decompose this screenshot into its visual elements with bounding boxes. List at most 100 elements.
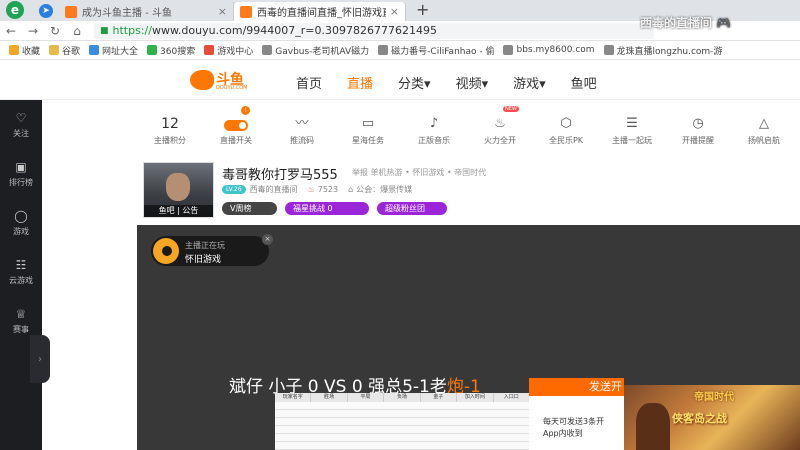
bookmark-item[interactable]: 网址大全 — [89, 44, 138, 57]
room-category-links[interactable]: 举报 单机热游 • 怀旧游戏 • 帝国时代 — [352, 167, 486, 178]
left-sidebar: ♡ 关注 ▣ 排行榜 ◯ 游戏 ☷ 云游戏 ♕ 赛事 › — [0, 100, 50, 450]
bookmark-item[interactable]: 游戏中心 — [204, 44, 253, 57]
douyu-favicon-icon — [240, 5, 252, 18]
now-playing-card[interactable]: 主播正在玩 怀旧游戏 × — [151, 234, 273, 266]
now-playing-game: 怀旧游戏 — [185, 255, 222, 265]
sheet-header-cell: 胜场 — [311, 393, 348, 402]
lucky-challenge-button[interactable]: 福星挑战 0 — [285, 202, 369, 215]
sheet-header-cell: 平局 — [348, 393, 385, 402]
sheet-header-cell: 加入时间 — [457, 393, 494, 402]
compass-icon[interactable]: ➤ — [39, 4, 53, 18]
bookmark-label: 磁力番号-CiliFanhao - 偷 — [391, 46, 495, 57]
toolbar-item[interactable]: △ 扬帆启航 — [731, 106, 797, 150]
video-player[interactable]: 主播正在玩 怀旧游戏 × 斌仔 小子 0 VS 0 强总5-1老炮-1 玩家名字… — [137, 225, 800, 450]
streamer-points[interactable]: 12 主播积分 — [137, 106, 203, 150]
send-popup-line: App内收到 — [543, 429, 583, 438]
sidebar-item[interactable]: ▣ 排行榜 — [0, 149, 42, 198]
nav-item[interactable]: 游戏▾ — [513, 73, 546, 92]
toolbar-item[interactable]: ☰ 主播一起玩 — [599, 106, 665, 150]
nav-item[interactable]: 首页 — [296, 73, 322, 92]
sidebar-item-label: 云游戏 — [9, 275, 33, 285]
browser-logo-icon[interactable]: e — [6, 1, 24, 19]
music-icon: ♪ — [429, 116, 439, 131]
reload-icon[interactable]: ↻ — [44, 24, 66, 38]
bookmark-label: Gavbus-老司机AV磁力 — [275, 46, 370, 57]
room-meta: LV.26 西毒的直播间 ♨ 7523 ⌂ 公会：爆景传媒 — [222, 184, 412, 195]
sidebar-expand-toggle[interactable]: › — [30, 335, 50, 383]
bookmark-label: 360搜索 — [160, 46, 196, 57]
ad-slogan: 侠客岛之战 — [672, 412, 727, 425]
play-together-icon: ☰ — [626, 116, 638, 131]
alarm-icon: ◷ — [692, 116, 704, 131]
sidebar-item[interactable]: ◯ 游戏 — [0, 198, 42, 247]
sidebar-item[interactable]: ♡ 关注 — [0, 100, 42, 149]
toolbar-item-label: 直播开关 — [220, 136, 252, 145]
bookmark-item[interactable]: Gavbus-老司机AV磁力 — [262, 44, 369, 57]
tab-close-icon[interactable]: × — [390, 5, 399, 18]
toolbar-item[interactable]: ⬡ 全民乐PK — [533, 106, 599, 150]
toolbar-item[interactable]: ◷ 开播提醒 — [665, 106, 731, 150]
room-owner[interactable]: 西毒的直播间 — [250, 184, 298, 195]
weekly-rank-button[interactable]: V周榜 — [222, 202, 277, 215]
send-popup-header[interactable]: 发送开 — [529, 378, 624, 396]
send-popup-text: 每天可发送3条开 App内收到 — [543, 416, 604, 440]
bookmark-item[interactable]: 磁力番号-CiliFanhao - 偷 — [378, 44, 494, 57]
toolbar-item-label: 扬帆启航 — [748, 136, 780, 145]
bookmark-label: 游戏中心 — [217, 46, 254, 57]
tab-live-room[interactable]: 西毒的直播间直播_怀旧游戏直 × — [234, 2, 406, 21]
folder-icon — [49, 45, 60, 55]
nav-item[interactable]: 视频▾ — [456, 73, 489, 92]
avatar-caption[interactable]: 鱼吧 | 公告 — [144, 205, 213, 217]
sheet-header-cell: 入口口 — [494, 393, 530, 402]
url-text: www.douyu.com/9944007_r=0.30978267776214… — [151, 24, 437, 37]
bookmark-item[interactable]: 收藏 — [9, 44, 40, 57]
tab-become-streamer[interactable]: 成为斗鱼主播 - 斗鱼 × — [59, 2, 234, 21]
ad-icon: ▭ — [361, 116, 375, 131]
game-icon: ◯ — [14, 208, 28, 223]
level-badge: LV.26 — [222, 185, 246, 194]
bookmark-label: 网址大全 — [102, 46, 139, 57]
guild-icon: ⌂ — [348, 185, 354, 194]
toolbar-badge: NEW — [503, 106, 519, 112]
nav-item[interactable]: 鱼吧 — [571, 73, 597, 92]
bookmark-item[interactable]: 360搜索 — [147, 44, 195, 57]
toolbar-item[interactable]: 〰推流码 — [269, 106, 335, 150]
nav-item[interactable]: 直播 — [347, 73, 373, 92]
sheet-header-cell: 玩家名字 — [275, 393, 312, 402]
page-icon — [603, 45, 614, 55]
bookmark-item[interactable]: 龙珠直播longzhu.com-游 — [603, 44, 722, 57]
fish-logo-icon — [190, 70, 214, 90]
bookmark-item[interactable]: bbs.my8600.com — [503, 45, 595, 55]
toolbar-item-label: 主播一起玩 — [612, 136, 652, 145]
toolbar-item[interactable]: ! 直播开关 — [203, 106, 269, 150]
hot-icon: ♨ — [307, 185, 315, 194]
back-icon[interactable]: ← — [0, 24, 22, 38]
toolbar-item[interactable]: ♨ NEW 火力全开 — [467, 106, 533, 150]
streamer-avatar[interactable]: 鱼吧 | 公告 — [143, 162, 214, 218]
douyu-logo[interactable]: 斗鱼 DOUYU.COM — [190, 70, 248, 91]
super-fans-button[interactable]: 超级粉丝团 — [377, 202, 447, 215]
game-ad-banner[interactable]: 帝国时代 侠客岛之战 — [624, 385, 800, 450]
toolbar-item-label: 推流码 — [290, 136, 314, 145]
bookmark-item[interactable]: 谷歌 — [49, 44, 80, 57]
sidebar-item[interactable]: ☷ 云游戏 — [0, 247, 42, 296]
page-icon — [378, 45, 389, 55]
sheet-header-cell: 负场 — [384, 393, 421, 402]
main-nav: 首页 直播 分类▾ 视频▾ 游戏▾ 鱼吧 — [296, 73, 622, 92]
page-icon — [503, 45, 514, 55]
bookmarks-bar: 收藏 谷歌 网址大全 360搜索 游戏中心 Gavbus-老司机AV磁力 磁力番号-Cili… — [0, 41, 800, 60]
toolbar-item[interactable]: ▭ 星海任务 — [335, 106, 401, 150]
nav-item[interactable]: 分类▾ — [398, 73, 431, 92]
fire-icon: ♨ — [494, 116, 506, 131]
toolbar-item[interactable]: ♪ 正版音乐 — [401, 106, 467, 150]
tab-title: 西毒的直播间直播_怀旧游戏直 — [257, 8, 386, 19]
close-icon[interactable]: × — [262, 234, 273, 245]
points-label: 主播积分 — [154, 136, 186, 145]
tab-close-icon[interactable]: × — [218, 5, 227, 18]
new-tab-button[interactable]: + — [416, 2, 429, 18]
forward-icon[interactable]: → — [22, 24, 44, 38]
home-icon[interactable]: ⌂ — [66, 24, 88, 38]
url-input[interactable]: ■ https:// www.douyu.com/9944007_r=0.309… — [94, 22, 654, 39]
guild-notice[interactable]: 公会：爆景传媒 — [356, 184, 412, 195]
sidebar-item-label: 排行榜 — [9, 177, 33, 187]
